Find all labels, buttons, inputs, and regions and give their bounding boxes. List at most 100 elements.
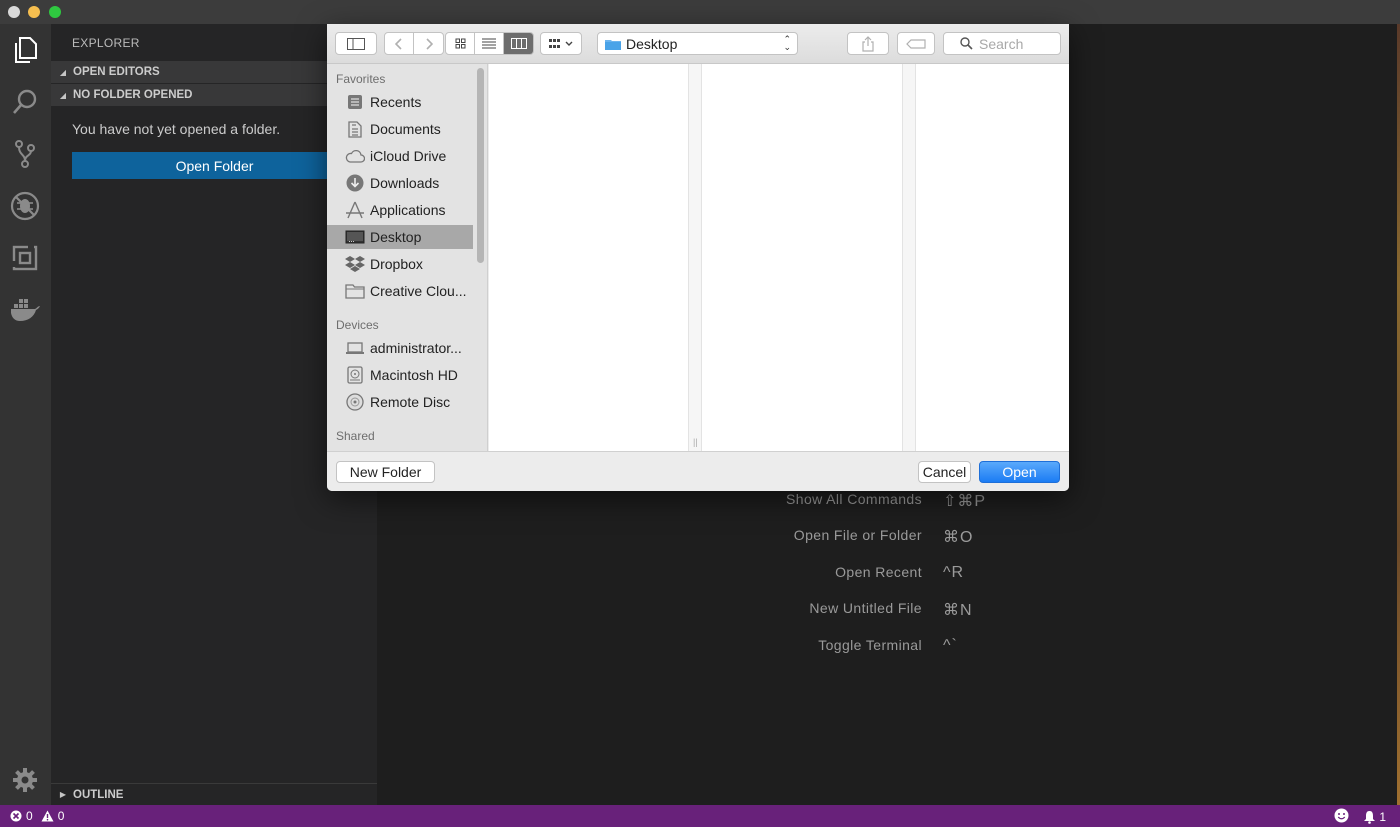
sidebar-item-macintosh-hd[interactable]: Macintosh HD bbox=[327, 363, 473, 387]
docker-icon[interactable] bbox=[9, 294, 41, 326]
location-popup[interactable]: Desktop ⌃ ⌄ bbox=[597, 32, 798, 55]
command-label: New Untitled File bbox=[809, 600, 922, 616]
grouping-icon bbox=[549, 38, 573, 48]
toggle-sidebar-button[interactable] bbox=[335, 32, 377, 55]
dialog-sidebar: Favorites Recents Documents iCloud Drive… bbox=[327, 64, 488, 451]
sidebar-item-label: Macintosh HD bbox=[370, 367, 458, 383]
search-icon[interactable] bbox=[9, 86, 41, 118]
desktop-icon bbox=[344, 228, 366, 246]
chevron-left-icon bbox=[395, 37, 402, 50]
command-label: Toggle Terminal bbox=[818, 637, 922, 653]
sidebar-item-remote-disc[interactable]: Remote Disc bbox=[327, 390, 473, 414]
sidebar-scrollbar[interactable] bbox=[477, 68, 484, 263]
notification-count: 1 bbox=[1379, 810, 1386, 824]
hard-drive-icon bbox=[344, 366, 366, 384]
documents-icon bbox=[344, 120, 366, 138]
sidebar-item-label: Creative Clou... bbox=[370, 283, 467, 299]
shared-header: Shared bbox=[336, 429, 375, 443]
command-show-all[interactable]: Show All Commands bbox=[677, 491, 922, 511]
open-file-dialog: Desktop ⌃ ⌄ Search Favorites Recents Doc… bbox=[327, 24, 1069, 491]
command-label: Show All Commands bbox=[786, 491, 922, 507]
feedback-smiley-icon[interactable] bbox=[1334, 808, 1349, 826]
sidebar-item-label: Dropbox bbox=[370, 256, 423, 272]
command-new-untitled[interactable]: New Untitled File bbox=[677, 600, 922, 620]
list-icon bbox=[482, 38, 496, 49]
problems-indicator[interactable]: 0 0 bbox=[10, 809, 64, 823]
sidebar-item-label: Documents bbox=[370, 121, 441, 137]
icon-view-button[interactable] bbox=[446, 33, 475, 54]
group-by-button[interactable] bbox=[540, 32, 582, 55]
search-placeholder: Search bbox=[979, 35, 1024, 52]
new-folder-button[interactable]: New Folder bbox=[336, 461, 435, 483]
laptop-icon bbox=[344, 339, 366, 357]
open-folder-button[interactable]: Open Folder bbox=[72, 152, 357, 179]
command-shortcut: ⌘N bbox=[943, 602, 973, 619]
search-field[interactable]: Search bbox=[943, 32, 1061, 55]
tag-button[interactable] bbox=[897, 32, 935, 55]
sidebar-item-applications[interactable]: Applications bbox=[327, 198, 473, 222]
command-open-file-folder[interactable]: Open File or Folder bbox=[677, 527, 922, 547]
settings-gear-icon[interactable] bbox=[9, 764, 41, 796]
maximize-window-button[interactable] bbox=[49, 6, 61, 18]
view-mode-buttons bbox=[445, 32, 534, 55]
tag-icon bbox=[906, 38, 926, 49]
no-folder-label: NO FOLDER OPENED bbox=[73, 89, 193, 101]
dropbox-icon bbox=[344, 255, 366, 273]
folder-icon bbox=[344, 282, 366, 300]
sidebar-item-creative-cloud[interactable]: Creative Clou... bbox=[327, 279, 473, 303]
sidebar-item-label: administrator... bbox=[370, 340, 462, 356]
sidebar-item-label: Remote Disc bbox=[370, 394, 451, 410]
file-browser-columns: || bbox=[489, 64, 1069, 451]
sidebar-item-label: Applications bbox=[370, 202, 446, 218]
disc-icon bbox=[344, 393, 366, 411]
forward-button[interactable] bbox=[414, 33, 443, 54]
title-bar bbox=[0, 0, 1400, 24]
notifications-indicator[interactable]: 1 bbox=[1363, 810, 1386, 824]
caret-right-icon: ▶ bbox=[59, 790, 67, 799]
sidebar-item-dropbox[interactable]: Dropbox bbox=[327, 252, 473, 276]
sidebar-item-recents[interactable]: Recents bbox=[327, 90, 473, 114]
command-shortcut: ⇧⌘P bbox=[943, 493, 987, 510]
files-icon[interactable] bbox=[9, 34, 41, 66]
cancel-button[interactable]: Cancel bbox=[918, 461, 971, 483]
sidebar-item-label: Desktop bbox=[370, 229, 422, 245]
back-forward-buttons bbox=[384, 32, 444, 55]
no-folder-message: You have not yet opened a folder. bbox=[72, 121, 281, 137]
sidebar-item-computer[interactable]: administrator... bbox=[327, 336, 473, 360]
list-view-button[interactable] bbox=[475, 33, 504, 54]
caret-down-icon: ◢ bbox=[59, 90, 67, 100]
command-open-recent[interactable]: Open Recent bbox=[677, 564, 922, 584]
command-toggle-terminal[interactable]: Toggle Terminal bbox=[677, 637, 922, 657]
dialog-toolbar: Desktop ⌃ ⌄ Search bbox=[327, 24, 1069, 64]
share-button[interactable] bbox=[847, 32, 889, 55]
sidebar-item-label: iCloud Drive bbox=[370, 148, 447, 164]
error-icon bbox=[10, 810, 22, 822]
close-window-button[interactable] bbox=[8, 6, 20, 18]
sidebar-item-icloud[interactable]: iCloud Drive bbox=[327, 144, 473, 168]
column-divider[interactable] bbox=[902, 64, 916, 451]
open-button[interactable]: Open bbox=[979, 461, 1060, 483]
chevron-right-icon bbox=[425, 37, 433, 50]
command-label: Open Recent bbox=[835, 564, 922, 580]
command-shortcut: ⌘O bbox=[943, 529, 974, 546]
source-control-icon[interactable] bbox=[9, 138, 41, 170]
share-icon bbox=[862, 35, 874, 52]
sidebar-item-documents[interactable]: Documents bbox=[327, 117, 473, 141]
sidebar-item-desktop[interactable]: Desktop bbox=[327, 225, 473, 249]
back-button[interactable] bbox=[385, 33, 414, 54]
command-shortcut: ^R bbox=[943, 564, 965, 581]
debug-icon[interactable] bbox=[9, 190, 41, 222]
warning-icon bbox=[41, 810, 54, 822]
column-divider[interactable]: || bbox=[688, 64, 702, 451]
column-view-button[interactable] bbox=[504, 33, 533, 54]
outline-section[interactable]: ▶ OUTLINE bbox=[51, 783, 377, 805]
command-shortcut: ^` bbox=[943, 637, 958, 654]
extensions-icon[interactable] bbox=[9, 242, 41, 274]
sidebar-item-downloads[interactable]: Downloads bbox=[327, 171, 473, 195]
minimize-window-button[interactable] bbox=[28, 6, 40, 18]
sidebar-toggle-icon bbox=[347, 37, 365, 50]
outline-label: OUTLINE bbox=[73, 788, 124, 801]
devices-header: Devices bbox=[336, 318, 379, 332]
explorer-title: EXPLORER bbox=[72, 36, 140, 50]
open-editors-label: OPEN EDITORS bbox=[73, 66, 160, 78]
